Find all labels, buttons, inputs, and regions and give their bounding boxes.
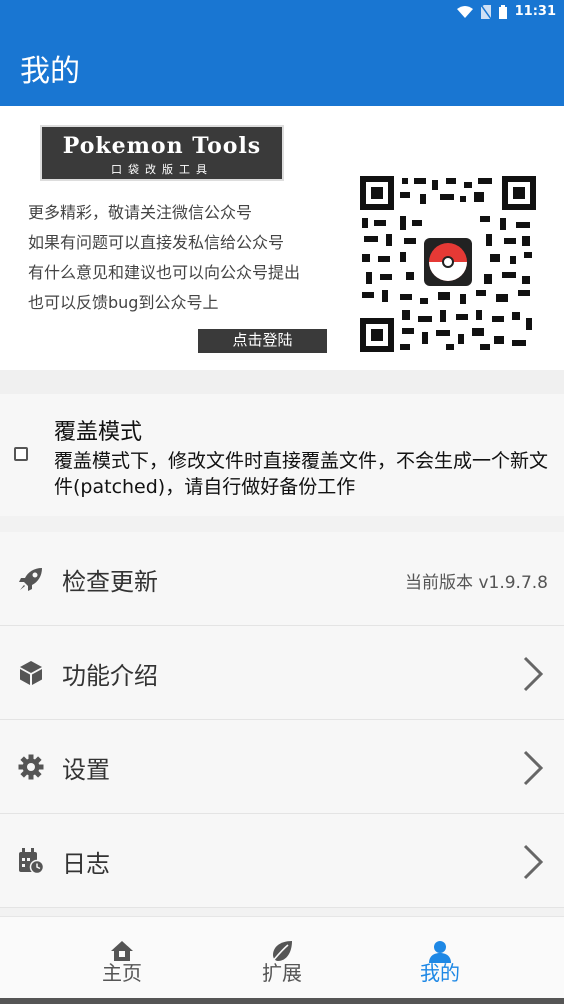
check-update-label: 检查更新 — [62, 568, 158, 596]
pokemon-tools-logo: Pokemon Tools 口袋改版工具 — [40, 125, 284, 181]
current-version: 当前版本 v1.9.7.8 — [405, 573, 548, 593]
log-label: 日志 — [62, 850, 110, 878]
no-sim-icon — [480, 4, 491, 19]
nav-profile-label: 我的 — [420, 961, 460, 985]
banner-line: 有什么意见和建议也可以向公众号提出 — [28, 263, 301, 282]
page-title: 我的 — [20, 54, 80, 89]
settings-label: 设置 — [62, 756, 110, 784]
cover-mode-setting[interactable]: 覆盖模式 覆盖模式下，修改文件时直接覆盖文件，不会生成一个新文件(patched… — [0, 394, 564, 516]
wifi-icon — [456, 5, 473, 18]
qr-code-image — [360, 176, 536, 352]
banner-line: 更多精彩，敬请关注微信公众号 — [28, 203, 253, 222]
nav-profile[interactable]: 我的 — [370, 917, 510, 999]
nav-extensions-label: 扩展 — [262, 961, 302, 985]
banner-text: 更多精彩，敬请关注微信公众号 如果有问题可以直接发私信给公众号 有什么意见和建议… — [28, 198, 300, 318]
app-bar: 我的 — [0, 24, 564, 106]
logo-title: Pokemon Tools — [62, 133, 262, 159]
status-time: 11:31 — [514, 4, 556, 19]
log-item[interactable]: 日志 — [0, 814, 564, 908]
rocket-icon — [19, 568, 42, 591]
battery-icon — [498, 4, 507, 19]
features-label: 功能介绍 — [62, 662, 158, 690]
system-tray-strip — [0, 998, 564, 1004]
bottom-navigation: 主页 扩展 我的 — [0, 916, 564, 999]
chevron-right-icon — [523, 750, 544, 786]
banner-line: 也可以反馈bug到公众号上 — [28, 293, 219, 312]
features-item[interactable]: 功能介绍 — [0, 626, 564, 720]
cover-mode-title: 覆盖模式 — [54, 420, 143, 445]
promo-banner: Pokemon Tools 口袋改版工具 更多精彩，敬请关注微信公众号 如果有问… — [0, 106, 564, 370]
settings-item[interactable]: 设置 — [0, 720, 564, 814]
gear-icon — [18, 754, 44, 780]
check-update-item[interactable]: 检查更新 当前版本 v1.9.7.8 — [0, 532, 564, 626]
section-divider — [0, 370, 564, 394]
nav-home[interactable]: 主页 — [52, 917, 192, 999]
status-bar-right: 11:31 — [456, 4, 556, 19]
login-button[interactable]: 点击登陆 — [198, 329, 327, 353]
cover-mode-checkbox[interactable] — [14, 447, 28, 461]
nav-home-label: 主页 — [102, 961, 142, 985]
cover-mode-description: 覆盖模式下，修改文件时直接覆盖文件，不会生成一个新文件(patched)，请自行… — [54, 450, 549, 498]
nav-extensions[interactable]: 扩展 — [212, 917, 352, 999]
chevron-right-icon — [523, 844, 544, 880]
logo-subtitle: 口袋改版工具 — [111, 163, 213, 176]
status-bar: 11:31 — [0, 0, 564, 24]
cube-icon — [20, 661, 42, 685]
chevron-right-icon — [523, 656, 544, 692]
calendar-clock-icon — [19, 848, 44, 874]
banner-line: 如果有问题可以直接发私信给公众号 — [28, 233, 285, 252]
